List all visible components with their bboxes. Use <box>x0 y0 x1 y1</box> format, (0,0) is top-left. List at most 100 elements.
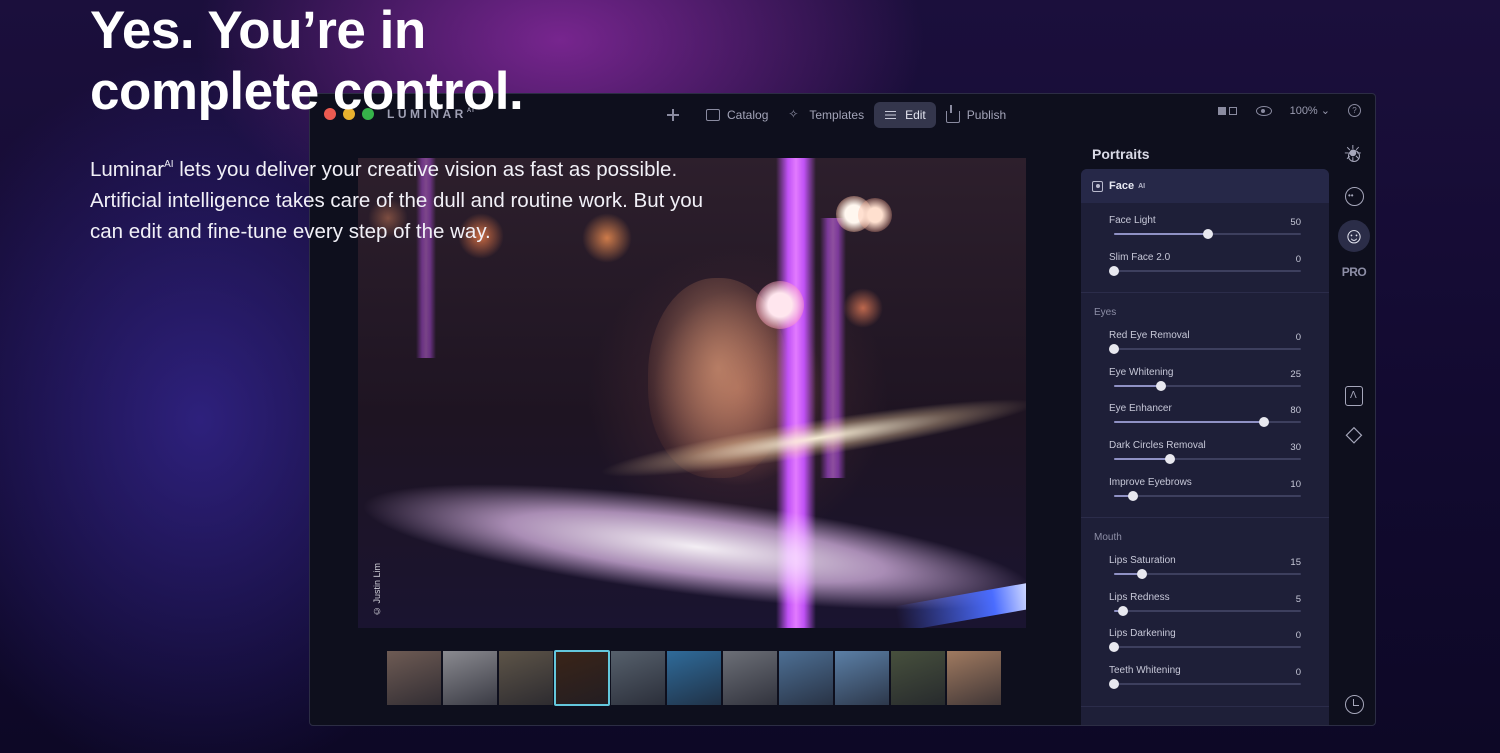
zoom-dropdown[interactable]: 100% ⌄ <box>1290 104 1330 117</box>
slider-track[interactable] <box>1109 265 1301 276</box>
pro-tools-label[interactable]: PRO <box>1342 260 1367 284</box>
slider-handle[interactable] <box>1109 344 1119 355</box>
filmstrip-thumbnail[interactable] <box>554 650 610 706</box>
layers-icon[interactable] <box>1342 422 1366 446</box>
slider-handle[interactable] <box>1109 265 1119 276</box>
slider-label: Lips Redness <box>1109 591 1170 603</box>
slider-label: Eye Enhancer <box>1109 403 1172 415</box>
slider-row: Slim Face 2.0 0 <box>1081 248 1329 285</box>
filmstrip-thumbnail[interactable] <box>778 650 834 706</box>
slider-label: Improve Eyebrows <box>1109 476 1192 488</box>
slider-row: Lips Darkening 0 <box>1081 624 1329 661</box>
group-title: Face <box>1109 180 1135 192</box>
slider-handle[interactable] <box>1165 453 1176 464</box>
slider-row: Face Light 50 <box>1081 211 1329 248</box>
portrait-tool-icon[interactable] <box>1338 220 1370 252</box>
slider-track[interactable] <box>1109 678 1301 689</box>
slider-track[interactable] <box>1114 229 1301 239</box>
slider-track[interactable] <box>1109 344 1301 355</box>
bokeh-light <box>756 281 804 329</box>
nav-publish[interactable]: Publish <box>936 102 1016 128</box>
slider-handle[interactable] <box>1127 490 1138 501</box>
adjustments-panel: Face AI Face Light 50 Slim Face 2.0 0 Eyes Re… <box>1081 169 1329 725</box>
face-ai-group-header[interactable]: Face AI <box>1081 169 1329 203</box>
bokeh-light <box>843 288 883 328</box>
slider-row: Improve Eyebrows 10 <box>1081 473 1329 510</box>
slider-handle[interactable] <box>1118 605 1129 616</box>
slider-fill <box>1114 384 1161 387</box>
slider-value: 15 <box>1290 557 1301 569</box>
slider-handle[interactable] <box>1202 229 1213 239</box>
slider-value: 30 <box>1290 441 1301 453</box>
portrait-icon <box>1092 180 1103 192</box>
slider-handle[interactable] <box>1258 417 1269 428</box>
zoom-value: 100% <box>1289 105 1318 117</box>
palette-icon[interactable] <box>1342 184 1366 208</box>
filmstrip-thumbnail[interactable] <box>834 650 890 706</box>
slider-section: Face Light 50 Slim Face 2.0 0 <box>1081 203 1329 294</box>
compare-icon[interactable] <box>1217 106 1238 116</box>
slider-row: Eye Enhancer 80 <box>1081 399 1329 436</box>
slider-track[interactable] <box>1114 569 1301 580</box>
slider-section: Eyes Red Eye Removal 0 Eye Whitening 25 Eye E… <box>1081 293 1329 519</box>
slider-section: Mouth Lips Saturation 15 Lips Redness 5 Lips … <box>1081 518 1329 707</box>
slider-row: Lips Redness 5 <box>1081 588 1329 625</box>
slider-track[interactable] <box>1114 417 1301 428</box>
slider-handle[interactable] <box>1137 569 1148 580</box>
slider-handle[interactable] <box>1109 678 1119 689</box>
slider-row: Eye Whitening 25 <box>1081 363 1329 400</box>
filmstrip-thumbnail[interactable] <box>442 650 498 706</box>
headline-line-1: Yes. You’re in <box>90 1 426 60</box>
slider-handle[interactable] <box>1109 642 1119 653</box>
photo-credit: © Justin Lim <box>372 562 382 616</box>
slider-handle[interactable] <box>1155 380 1166 391</box>
nav-edit[interactable]: Edit <box>874 102 936 128</box>
slider-row: Dark Circles Removal 30 <box>1081 436 1329 473</box>
slider-value: 0 <box>1295 666 1301 678</box>
history-icon[interactable] <box>1342 692 1366 716</box>
slider-fill <box>1114 421 1264 424</box>
filmstrip-thumbnail[interactable] <box>386 650 442 706</box>
filmstrip-thumbnail[interactable] <box>498 650 554 706</box>
panel-title: Portraits <box>1092 146 1150 162</box>
filmstrip-thumbnail[interactable] <box>946 650 1002 706</box>
eye-icon[interactable] <box>1255 105 1272 116</box>
slider-value: 10 <box>1290 478 1301 490</box>
slider-fill <box>1114 457 1171 460</box>
slider-label: Slim Face 2.0 <box>1109 251 1171 263</box>
slider-track[interactable] <box>1114 380 1301 391</box>
section-label: Eyes <box>1094 307 1117 319</box>
light-tool-icon[interactable] <box>1342 141 1366 168</box>
slider-value: 0 <box>1295 253 1301 265</box>
help-icon[interactable]: ? <box>1348 104 1361 117</box>
slider-row: Red Eye Removal 0 <box>1081 326 1329 363</box>
slider-track[interactable] <box>1109 642 1301 653</box>
sliders-icon <box>884 109 898 121</box>
nav-catalog-label: Catalog <box>727 108 769 122</box>
nav-templates[interactable]: Templates <box>778 102 874 128</box>
slider-label: Lips Saturation <box>1109 555 1176 567</box>
canvas-icon[interactable] <box>1342 384 1366 408</box>
nav-edit-label: Edit <box>905 108 926 122</box>
hero-body-text: lets you deliver your creative vision as… <box>90 158 704 243</box>
group-ai-badge: AI <box>1138 182 1146 190</box>
slider-track[interactable] <box>1114 453 1301 464</box>
filmstrip-thumbnail[interactable] <box>666 650 722 706</box>
slider-label: Red Eye Removal <box>1109 330 1190 342</box>
slider-track[interactable] <box>1114 605 1301 616</box>
filmstrip <box>386 650 1002 706</box>
filmstrip-thumbnail[interactable] <box>722 650 778 706</box>
hero-section: Yes. You’re in complete control. Luminar… <box>90 0 730 247</box>
slider-row: Lips Saturation 15 <box>1081 551 1329 588</box>
filmstrip-thumbnail[interactable] <box>610 650 666 706</box>
filmstrip-thumbnail[interactable] <box>890 650 946 706</box>
slider-sections: Face Light 50 Slim Face 2.0 0 Eyes Red Eye Re… <box>1081 203 1329 707</box>
slider-label: Dark Circles Removal <box>1109 439 1206 451</box>
slider-track[interactable] <box>1114 490 1301 501</box>
slider-label: Lips Darkening <box>1109 628 1176 640</box>
slider-label: Face Light <box>1109 215 1156 226</box>
slider-row: Teeth Whitening 0 <box>1081 661 1329 698</box>
slider-value: 5 <box>1295 593 1301 605</box>
sparkle-icon <box>788 107 802 121</box>
nav-templates-label: Templates <box>809 108 865 122</box>
